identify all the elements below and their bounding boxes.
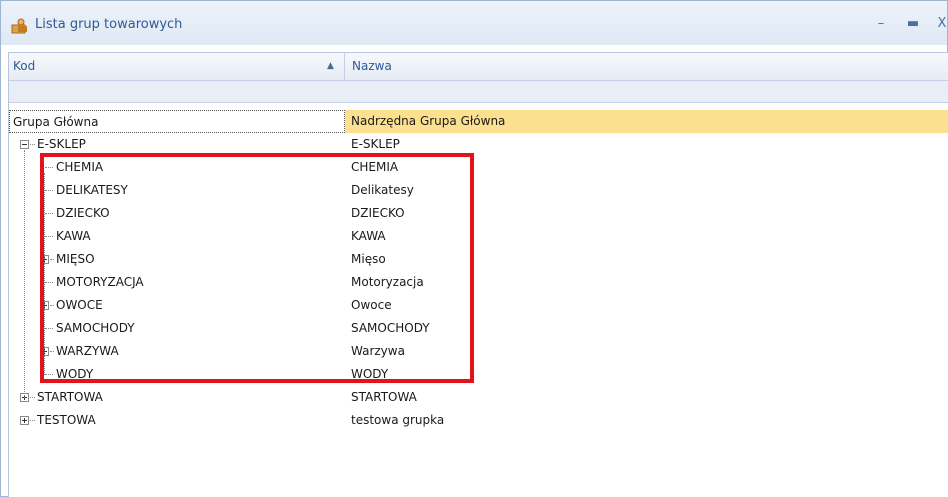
- tree-line: [45, 213, 53, 214]
- table-row[interactable]: WODY WODY: [9, 363, 948, 386]
- column-header-nazwa-label: Nazwa: [352, 59, 392, 73]
- filter-row[interactable]: [9, 81, 948, 103]
- row-kod: E-SKLEP: [37, 137, 86, 151]
- row-kod: CHEMIA: [56, 160, 104, 174]
- column-header-nazwa[interactable]: Nazwa: [345, 53, 948, 80]
- row-nazwa: STARTOWA: [351, 390, 417, 404]
- row-kod: SAMOCHODY: [56, 321, 135, 335]
- row-nazwa: Nadrzędna Grupa Główna: [345, 110, 948, 133]
- row-nazwa: Owoce: [351, 298, 392, 312]
- tree-line: [45, 236, 53, 237]
- row-nazwa: KAWA: [351, 229, 386, 243]
- maximize-button[interactable]: ▬: [905, 16, 921, 32]
- row-kod: WARZYWA: [56, 344, 119, 358]
- title-bar[interactable]: Lista grup towarowych – ▬ X: [1, 1, 947, 45]
- tree-line: [30, 144, 35, 145]
- table-row[interactable]: SAMOCHODY SAMOCHODY: [9, 317, 948, 340]
- table-row[interactable]: WARZYWA Warzywa: [9, 340, 948, 363]
- row-nazwa: WODY: [351, 367, 389, 381]
- tree-line: [50, 351, 54, 352]
- table-row[interactable]: OWOCE Owoce: [9, 294, 948, 317]
- row-nazwa: testowa grupka: [351, 413, 445, 427]
- tree-line: [50, 259, 54, 260]
- row-kod: STARTOWA: [37, 390, 103, 404]
- row-nazwa: Motoryzacja: [351, 275, 424, 289]
- table-row[interactable]: TESTOWA testowa grupka: [9, 409, 948, 432]
- table-row[interactable]: STARTOWA STARTOWA: [9, 386, 948, 409]
- tree-line: [50, 305, 54, 306]
- sort-ascending-icon: ▲: [327, 61, 334, 71]
- folder-person-icon: [11, 18, 27, 34]
- row-nazwa: Warzywa: [351, 344, 405, 358]
- row-nazwa: DZIECKO: [351, 206, 405, 220]
- row-nazwa: SAMOCHODY: [351, 321, 430, 335]
- row-kod: DZIECKO: [56, 206, 110, 220]
- window-title: Lista grup towarowych: [35, 17, 183, 32]
- row-nazwa: Delikatesy: [351, 183, 414, 197]
- table-row[interactable]: MOTORYZACJA Motoryzacja: [9, 271, 948, 294]
- tree-line: [45, 282, 53, 283]
- tree-line: [45, 328, 53, 329]
- column-header-kod-label: Kod: [13, 59, 36, 73]
- table-row[interactable]: CHEMIA CHEMIA: [9, 156, 948, 179]
- row-kod: KAWA: [56, 229, 91, 243]
- table-row[interactable]: KAWA KAWA: [9, 225, 948, 248]
- row-kod: TESTOWA: [37, 413, 96, 427]
- grid-header: Kod ▲ Nazwa: [9, 53, 948, 81]
- minimize-button[interactable]: –: [873, 16, 889, 32]
- table-row[interactable]: Grupa Główna Nadrzędna Grupa Główna: [9, 110, 948, 133]
- row-nazwa: CHEMIA: [351, 160, 399, 174]
- tree-line: [24, 150, 25, 398]
- group-list-window: Lista grup towarowych – ▬ X Kod ▲ Nazwa …: [0, 0, 948, 497]
- row-kod: DELIKATESY: [56, 183, 128, 197]
- table-row[interactable]: DZIECKO DZIECKO: [9, 202, 948, 225]
- row-kod: Grupa Główna: [9, 110, 345, 133]
- close-button[interactable]: X: [935, 16, 948, 32]
- row-kod: MIĘSO: [56, 252, 95, 266]
- row-kod: MOTORYZACJA: [56, 275, 144, 289]
- collapse-icon[interactable]: [20, 140, 29, 149]
- row-kod: OWOCE: [56, 298, 103, 312]
- tree-line: [30, 420, 35, 421]
- table-row[interactable]: E-SKLEP E-SKLEP: [9, 133, 948, 156]
- tree-line: [45, 374, 53, 375]
- row-kod: WODY: [56, 367, 94, 381]
- row-nazwa: Mięso: [351, 252, 386, 266]
- table-row[interactable]: MIĘSO Mięso: [9, 248, 948, 271]
- expand-icon[interactable]: [20, 416, 29, 425]
- tree-line: [44, 173, 45, 375]
- table-row[interactable]: DELIKATESY Delikatesy: [9, 179, 948, 202]
- tree-line: [45, 190, 53, 191]
- column-header-kod[interactable]: Kod: [9, 53, 345, 80]
- tree-line: [45, 167, 53, 168]
- group-tree-grid: Kod ▲ Nazwa Grupa Główna Nadrzędna Grupa…: [8, 52, 948, 497]
- tree-line: [30, 397, 35, 398]
- row-nazwa: E-SKLEP: [351, 137, 400, 151]
